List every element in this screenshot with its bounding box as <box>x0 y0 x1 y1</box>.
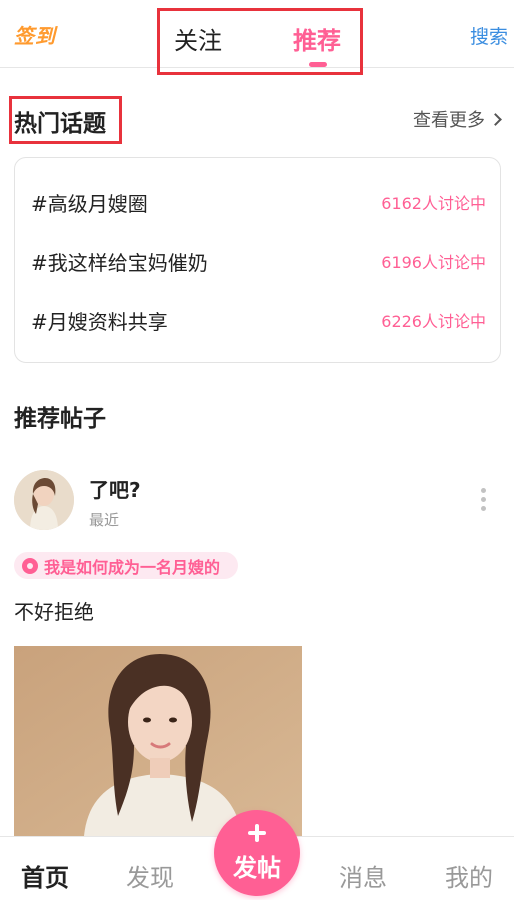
tab-recommend[interactable]: 推荐 <box>293 21 341 56</box>
avatar[interactable] <box>14 470 74 530</box>
create-post-button[interactable]: 发帖 <box>214 810 300 896</box>
topic-discussion-count: 6162人讨论中 <box>381 194 486 213</box>
see-more-link[interactable]: 查看更多 <box>413 106 502 132</box>
see-more-label: 查看更多 <box>413 110 485 131</box>
nav-discover[interactable]: 发现 <box>126 858 174 893</box>
create-post-label: 发帖 <box>233 854 281 882</box>
nav-home[interactable]: 首页 <box>21 858 69 893</box>
post-body-text: 不好拒绝 <box>14 600 94 624</box>
search-button[interactable]: 搜索 <box>470 22 508 49</box>
nav-messages[interactable]: 消息 <box>339 858 387 893</box>
topic-name: #高级月嫂圈 <box>31 191 148 216</box>
topic-item[interactable]: #高级月嫂圈 6162人讨论中 <box>31 187 486 217</box>
chevron-right-icon <box>489 113 502 126</box>
hot-topics-card: #高级月嫂圈 6162人讨论中 #我这样给宝妈催奶 6196人讨论中 #月嫂资料… <box>14 157 501 363</box>
tab-follow[interactable]: 关注 <box>174 21 222 56</box>
plus-icon <box>248 824 266 842</box>
post-photo <box>14 646 302 836</box>
post-timestamp: 最近 <box>89 511 120 529</box>
post-topic-tag[interactable]: 我是如何成为一名月嫂的 <box>14 552 239 579</box>
hot-topics-title: 热门话题 <box>14 111 106 137</box>
post-image[interactable] <box>14 646 302 836</box>
signin-button[interactable]: 签到 <box>14 20 56 49</box>
topic-item[interactable]: #月嫂资料共享 6226人讨论中 <box>31 305 486 335</box>
topic-tag-icon <box>22 557 38 574</box>
topic-name: #月嫂资料共享 <box>31 309 168 334</box>
topic-item[interactable]: #我这样给宝妈催奶 6196人讨论中 <box>31 246 486 276</box>
recommended-posts-title: 推荐帖子 <box>14 406 106 432</box>
top-header: 签到 关注 推荐 搜索 <box>0 0 514 75</box>
tab-switcher: 关注 推荐 <box>157 8 363 75</box>
topic-tag-label: 我是如何成为一名月嫂的 <box>44 557 221 577</box>
more-options-icon[interactable] <box>478 488 488 514</box>
avatar-photo <box>14 470 74 530</box>
topic-discussion-count: 6196人讨论中 <box>381 253 486 272</box>
topic-name: #我这样给宝妈催奶 <box>31 250 208 275</box>
topic-discussion-count: 6226人讨论中 <box>381 312 486 331</box>
nav-mine[interactable]: 我的 <box>445 858 493 893</box>
active-tab-indicator <box>309 62 327 67</box>
post-username[interactable]: 了吧? <box>89 474 141 503</box>
